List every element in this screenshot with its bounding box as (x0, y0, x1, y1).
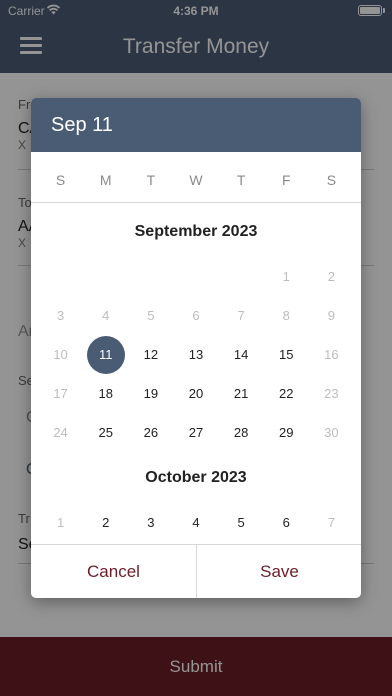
day-cell[interactable]: 21 (219, 374, 264, 413)
day-cell[interactable]: 4 (173, 503, 218, 542)
day-cell[interactable]: 2 (309, 257, 354, 296)
day-cell[interactable]: 7 (309, 503, 354, 542)
day-cell[interactable]: 1 (264, 257, 309, 296)
day-cell (83, 257, 128, 296)
day-cell[interactable]: 4 (83, 296, 128, 335)
day-cell[interactable]: 3 (128, 503, 173, 542)
day-cell[interactable]: 29 (264, 413, 309, 452)
date-picker-dialog: Sep 11 S M T W T F S September 2023 1 2 … (31, 98, 361, 598)
weekday-label: S (55, 172, 66, 188)
day-cell[interactable]: 6 (264, 503, 309, 542)
day-cell[interactable]: 9 (309, 296, 354, 335)
date-picker-footer: Cancel Save (31, 544, 361, 598)
week-row: 3 4 5 6 7 8 9 (38, 296, 354, 335)
day-cell[interactable]: 2 (83, 503, 128, 542)
day-cell[interactable]: 10 (38, 335, 83, 374)
week-row: 17 18 19 20 21 22 23 (38, 374, 354, 413)
weekday-label: T (146, 172, 156, 188)
week-row: 10 11 12 13 14 15 16 (38, 335, 354, 374)
day-cell[interactable]: 5 (128, 296, 173, 335)
day-cell[interactable]: 22 (264, 374, 309, 413)
weekday-header: S M T W T F S (31, 152, 361, 202)
day-cell[interactable]: 30 (309, 413, 354, 452)
day-cell[interactable]: 18 (83, 374, 128, 413)
day-cell (219, 257, 264, 296)
week-row: 24 25 26 27 28 29 30 (38, 413, 354, 452)
day-cell[interactable]: 27 (173, 413, 218, 452)
weekday-label: M (99, 172, 112, 188)
day-cell[interactable]: 7 (219, 296, 264, 335)
day-cell[interactable]: 20 (173, 374, 218, 413)
day-cell[interactable]: 3 (38, 296, 83, 335)
day-cell-selected[interactable]: 11 (83, 335, 128, 374)
day-cell[interactable]: 24 (38, 413, 83, 452)
day-cell[interactable]: 16 (309, 335, 354, 374)
weekday-label: T (236, 172, 246, 188)
day-cell[interactable]: 8 (264, 296, 309, 335)
day-cell[interactable]: 6 (173, 296, 218, 335)
selected-date-label: Sep 11 (51, 114, 113, 136)
weekday-label: F (281, 172, 291, 188)
week-row: 1 2 (38, 257, 354, 296)
save-button[interactable]: Save (196, 545, 361, 598)
day-cell[interactable]: 23 (309, 374, 354, 413)
selected-day-number: 11 (98, 347, 113, 362)
day-cell[interactable]: 15 (264, 335, 309, 374)
month-title: September 2023 (134, 223, 258, 240)
day-cell (128, 257, 173, 296)
month-title: October 2023 (145, 469, 247, 486)
day-cell[interactable]: 28 (219, 413, 264, 452)
day-cell[interactable]: 5 (219, 503, 264, 542)
day-cell[interactable]: 19 (128, 374, 173, 413)
day-cell[interactable]: 1 (38, 503, 83, 542)
calendar-grid[interactable]: September 2023 1 2 3 4 5 6 7 8 9 10 11 1… (31, 203, 361, 543)
week-row: 1 2 3 4 5 6 7 (38, 503, 354, 542)
day-cell[interactable]: 25 (83, 413, 128, 452)
day-cell[interactable]: 13 (173, 335, 218, 374)
day-cell (38, 257, 83, 296)
weekday-label: S (326, 172, 337, 188)
cancel-button[interactable]: Cancel (31, 545, 196, 598)
day-cell[interactable]: 12 (128, 335, 173, 374)
day-cell[interactable]: 26 (128, 413, 173, 452)
weekday-label: W (189, 172, 203, 188)
date-picker-header: Sep 11 (31, 98, 361, 152)
day-cell[interactable]: 17 (38, 374, 83, 413)
day-cell[interactable]: 14 (219, 335, 264, 374)
day-cell (173, 257, 218, 296)
